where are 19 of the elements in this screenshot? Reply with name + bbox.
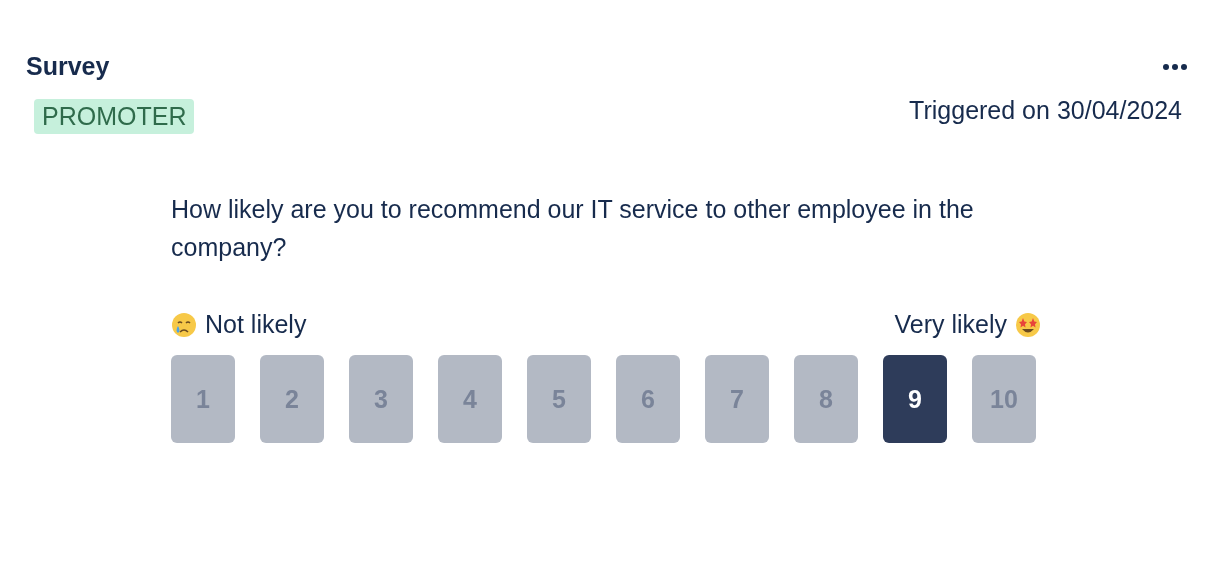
card-title: Survey: [26, 52, 110, 81]
rating-option[interactable]: 7: [705, 355, 769, 443]
survey-question: How likely are you to recommend our IT service to other employee in the company?: [171, 194, 975, 263]
ellipsis-icon: [1162, 62, 1188, 71]
high-label: Very likely: [894, 310, 1007, 339]
triggered-date: Triggered on 30/04/2024: [909, 96, 1182, 125]
rating-option[interactable]: 6: [616, 355, 680, 443]
rating-option[interactable]: 4: [438, 355, 502, 443]
rating-option[interactable]: 5: [527, 355, 591, 443]
rating-option[interactable]: 9: [883, 355, 947, 443]
rating-option[interactable]: 10: [972, 355, 1036, 443]
rating-option[interactable]: 3: [349, 355, 413, 443]
low-label: Not likely: [205, 310, 307, 339]
crying-face-icon: [171, 311, 197, 338]
rating-option[interactable]: 2: [260, 355, 324, 443]
star-eyes-face-icon: [1015, 311, 1041, 338]
rating-option[interactable]: 8: [794, 355, 858, 443]
status-badge: PROMOTER: [34, 99, 195, 134]
rating-option[interactable]: 1: [171, 355, 235, 443]
